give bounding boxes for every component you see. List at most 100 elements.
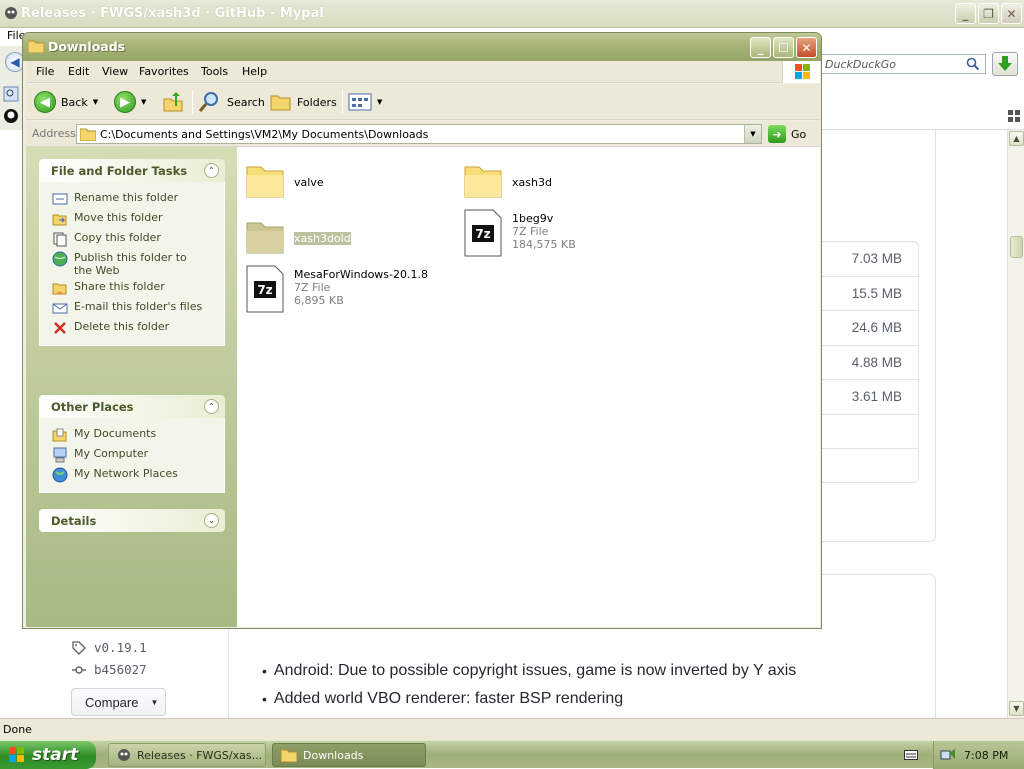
clock[interactable]: 7:08 PM — [964, 749, 1008, 762]
browser-close-button[interactable]: ✕ — [1001, 3, 1022, 24]
browser-statusbar: Done — [0, 718, 1024, 740]
views-icon — [348, 93, 372, 111]
expand-chevron-icon[interactable]: ⌄ — [204, 513, 219, 528]
menu-view[interactable]: View — [102, 65, 128, 78]
place-my-documents[interactable]: My Documents — [52, 424, 224, 444]
close-button[interactable]: ✕ — [796, 37, 817, 58]
collapse-chevron-icon[interactable]: ⌃ — [204, 399, 219, 414]
browser-search-input[interactable]: DuckDuckGo — [820, 54, 986, 74]
asset-row[interactable]: 4.88 MB — [820, 346, 918, 380]
file-item[interactable]: valve — [245, 155, 324, 203]
asset-row[interactable]: 15.5 MB — [820, 277, 918, 311]
folders-button[interactable]: Folders — [270, 90, 337, 114]
7z-archive-icon: 7z — [246, 265, 284, 313]
menu-edit[interactable]: Edit — [68, 65, 89, 78]
release-commit[interactable]: b456027 — [72, 662, 147, 677]
other-places-header[interactable]: Other Places ⌃ — [39, 395, 225, 418]
release-note-item: Android: Due to possible copyright issue… — [262, 657, 796, 685]
menu-tools[interactable]: Tools — [201, 65, 228, 78]
folder-icon — [28, 40, 44, 53]
file-item[interactable]: xash3d — [463, 155, 552, 203]
asset-row[interactable]: 24.6 MB — [820, 311, 918, 346]
file-name: valve — [294, 176, 324, 189]
folder-icon — [246, 166, 284, 198]
asset-size: 3.61 MB — [851, 389, 902, 404]
start-label: start — [32, 745, 79, 765]
folder-icon — [464, 166, 502, 198]
address-input[interactable]: C:\Documents and Settings\VM2\My Documen… — [76, 124, 762, 144]
scroll-down-icon[interactable]: ▼ — [1009, 701, 1024, 716]
browser-maximize-button[interactable]: ❐ — [978, 3, 999, 24]
taskbar-button-label: Releases · FWGS/xas... — [137, 748, 263, 762]
up-folder-button[interactable] — [162, 90, 184, 114]
delete-x-icon — [54, 322, 66, 334]
file-name: xash3dold — [294, 232, 351, 245]
details-header[interactable]: Details ⌄ — [39, 509, 225, 532]
maximize-button[interactable]: ☐ — [773, 37, 794, 58]
search-icon[interactable] — [966, 57, 980, 71]
grid-menu-icon[interactable] — [1008, 110, 1020, 122]
asset-row[interactable] — [820, 415, 918, 449]
assets-table: 7.03 MB 15.5 MB 24.6 MB 4.88 MB 3.61 MB — [820, 241, 919, 483]
browser-minimize-button[interactable]: _ — [955, 3, 976, 24]
collapse-chevron-icon[interactable]: ⌃ — [204, 163, 219, 178]
taskbar-button-browser[interactable]: Releases · FWGS/xas... — [108, 743, 266, 767]
task-label: Copy this folder — [74, 231, 161, 244]
taskbar-button-downloads[interactable]: Downloads — [272, 743, 426, 767]
place-my-network-places[interactable]: My Network Places — [52, 464, 224, 484]
github-icon[interactable] — [3, 108, 19, 124]
place-my-computer[interactable]: My Computer — [52, 444, 224, 464]
minimize-button[interactable]: _ — [750, 37, 771, 58]
go-label: Go — [791, 127, 807, 141]
other-places-title: Other Places — [51, 400, 134, 414]
release-tag[interactable]: v0.19.1 — [72, 640, 147, 655]
keyboard-icon[interactable] — [904, 749, 918, 761]
copy-icon — [53, 232, 67, 247]
browser-tab-strip — [820, 106, 1024, 130]
task-rename-folder[interactable]: Rename this folder — [52, 188, 224, 208]
task-publish-folder[interactable]: Publish this folder to the Web — [52, 248, 224, 277]
commit-icon — [72, 665, 86, 674]
svg-text:7z: 7z — [475, 227, 490, 241]
details-panel: Details ⌄ — [39, 509, 225, 532]
browser-scrollbar[interactable]: ▲ ▼ — [1007, 130, 1024, 718]
task-copy-folder[interactable]: Copy this folder — [52, 228, 224, 248]
asset-row[interactable]: 3.61 MB — [820, 380, 918, 415]
dropdown-arrow-icon[interactable]: ▼ — [93, 98, 98, 106]
menu-help[interactable]: Help — [242, 65, 267, 78]
file-folder-tasks-header[interactable]: File and Folder Tasks ⌃ — [39, 159, 225, 182]
file-item-selected[interactable]: xash3dold — [245, 211, 351, 259]
address-dropdown-icon[interactable]: ▼ — [744, 125, 761, 143]
asset-row[interactable] — [820, 449, 918, 484]
search-button[interactable]: Search — [198, 90, 265, 114]
file-item[interactable]: 7z MesaForWindows-20.1.8 7Z File 6,895 K… — [245, 265, 428, 313]
back-button[interactable]: ◀ Back ▼ — [34, 90, 98, 114]
search-label: Search — [227, 95, 265, 109]
asset-row[interactable]: 7.03 MB — [820, 242, 918, 277]
go-button[interactable]: ➜ Go — [768, 125, 806, 143]
explorer-window: Downloads _ ☐ ✕ File Edit View Favorites… — [22, 32, 822, 629]
start-button[interactable]: start — [0, 741, 96, 769]
forward-button[interactable]: ▶ ▼ — [114, 90, 146, 114]
menu-file[interactable]: File — [36, 65, 54, 78]
folder-icon — [80, 128, 96, 141]
views-button[interactable]: ▼ — [348, 90, 382, 114]
downloads-button[interactable] — [992, 52, 1018, 76]
place-label: My Network Places — [74, 467, 178, 480]
task-email-files[interactable]: E-mail this folder's files — [52, 297, 224, 317]
windows-logo — [782, 61, 820, 83]
file-item[interactable]: 7z 1beg9v 7Z File 184,575 KB — [463, 209, 576, 257]
menu-favorites[interactable]: Favorites — [139, 65, 189, 78]
network-tray-icon[interactable] — [940, 747, 956, 763]
task-share-folder[interactable]: Share this folder — [52, 277, 224, 297]
explorer-titlebar[interactable]: Downloads _ ☐ ✕ — [23, 33, 821, 61]
scroll-up-icon[interactable]: ▲ — [1009, 131, 1024, 146]
dropdown-arrow-icon[interactable]: ▼ — [141, 98, 146, 106]
task-move-folder[interactable]: Move this folder — [52, 208, 224, 228]
bookmark-icon[interactable] — [3, 86, 19, 102]
task-delete-folder[interactable]: Delete this folder — [52, 317, 224, 337]
explorer-body: File and Folder Tasks ⌃ Rename this fold… — [26, 147, 820, 627]
compare-button[interactable]: Compare ▼ — [71, 688, 166, 716]
scroll-thumb[interactable] — [1010, 236, 1023, 258]
dropdown-arrow-icon[interactable]: ▼ — [377, 98, 382, 106]
